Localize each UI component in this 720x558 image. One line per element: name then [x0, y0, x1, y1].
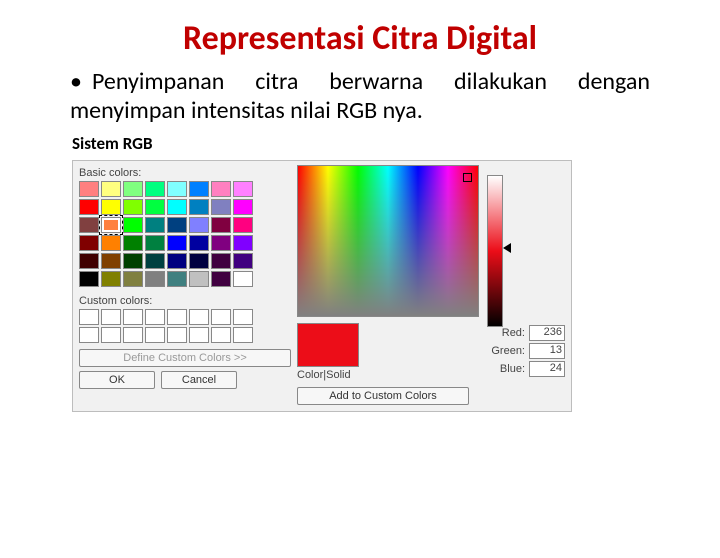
custom-color-swatch[interactable] [167, 327, 187, 343]
basic-color-swatch[interactable] [167, 181, 187, 197]
basic-color-swatch[interactable] [123, 199, 143, 215]
basic-color-swatch[interactable] [211, 217, 231, 233]
basic-color-swatch[interactable] [101, 253, 121, 269]
basic-color-swatch[interactable] [79, 271, 99, 287]
basic-color-swatch[interactable] [145, 271, 165, 287]
cancel-button[interactable]: Cancel [161, 371, 237, 389]
add-to-custom-button[interactable]: Add to Custom Colors [297, 387, 469, 405]
basic-color-swatch[interactable] [211, 199, 231, 215]
basic-color-swatch[interactable] [233, 199, 253, 215]
basic-color-swatch[interactable] [189, 253, 209, 269]
bullet-item: •Penyimpanan citra berwarna dilakukan de… [70, 67, 650, 125]
custom-color-swatch[interactable] [101, 309, 121, 325]
basic-color-swatch[interactable] [101, 271, 121, 287]
custom-color-swatch[interactable] [145, 327, 165, 343]
basic-colors-label: Basic colors: [79, 167, 289, 179]
rgb-fields: Red: 236 Green: 13 Blue: 24 [491, 323, 565, 381]
red-input[interactable]: 236 [529, 325, 565, 341]
green-input[interactable]: 13 [529, 343, 565, 359]
basic-color-swatch[interactable] [189, 217, 209, 233]
spectrum-crosshair [463, 173, 472, 182]
basic-color-swatch[interactable] [233, 235, 253, 251]
basic-color-swatch[interactable] [123, 271, 143, 287]
custom-color-swatch[interactable] [189, 327, 209, 343]
custom-color-swatch[interactable] [189, 309, 209, 325]
basic-color-swatch[interactable] [79, 181, 99, 197]
basic-color-swatch[interactable] [189, 235, 209, 251]
basic-color-swatch[interactable] [167, 253, 187, 269]
green-label: Green: [491, 345, 525, 357]
basic-color-swatch[interactable] [189, 199, 209, 215]
basic-color-swatch[interactable] [79, 235, 99, 251]
basic-color-swatch[interactable] [233, 271, 253, 287]
define-custom-colors-button[interactable]: Define Custom Colors >> [79, 349, 291, 367]
basic-color-swatch[interactable] [167, 271, 187, 287]
ok-button[interactable]: OK [79, 371, 155, 389]
basic-color-swatch[interactable] [101, 235, 121, 251]
basic-color-swatch[interactable] [145, 253, 165, 269]
basic-color-swatch[interactable] [145, 217, 165, 233]
luminance-slider[interactable] [487, 175, 503, 327]
basic-color-swatch[interactable] [233, 181, 253, 197]
custom-color-swatch[interactable] [123, 327, 143, 343]
color-spectrum[interactable] [297, 165, 479, 317]
custom-color-swatch[interactable] [233, 327, 253, 343]
basic-color-swatch[interactable] [101, 181, 121, 197]
basic-color-swatch[interactable] [101, 217, 121, 233]
red-label: Red: [502, 327, 525, 339]
basic-color-swatch[interactable] [79, 253, 99, 269]
basic-color-swatch[interactable] [79, 217, 99, 233]
bullet-dot: • [70, 67, 92, 96]
basic-color-swatch[interactable] [233, 217, 253, 233]
blue-label: Blue: [500, 363, 525, 375]
custom-color-swatch[interactable] [211, 327, 231, 343]
custom-color-swatch[interactable] [233, 309, 253, 325]
bullet-text: Penyimpanan citra berwarna dilakukan den… [70, 67, 650, 125]
custom-colors-grid [79, 309, 289, 343]
blue-input[interactable]: 24 [529, 361, 565, 377]
luminance-arrow-icon [503, 243, 511, 253]
basic-color-swatch[interactable] [123, 253, 143, 269]
left-panel: Basic colors: Custom colors: Define Cust… [79, 165, 289, 405]
basic-color-swatch[interactable] [123, 235, 143, 251]
basic-color-swatch[interactable] [233, 253, 253, 269]
custom-colors-label: Custom colors: [79, 295, 289, 307]
color-picker-dialog: Basic colors: Custom colors: Define Cust… [72, 160, 572, 412]
custom-color-swatch[interactable] [123, 309, 143, 325]
basic-color-swatch[interactable] [123, 217, 143, 233]
basic-color-swatch[interactable] [167, 235, 187, 251]
custom-color-swatch[interactable] [211, 309, 231, 325]
right-panel: Color|Solid Red: 236 Green: 13 Blue: 24 [289, 165, 565, 405]
basic-color-swatch[interactable] [211, 271, 231, 287]
basic-color-swatch[interactable] [101, 199, 121, 215]
custom-color-swatch[interactable] [79, 327, 99, 343]
basic-color-swatch[interactable] [145, 181, 165, 197]
color-preview: Color|Solid [297, 323, 359, 381]
custom-color-swatch[interactable] [167, 309, 187, 325]
basic-color-swatch[interactable] [211, 253, 231, 269]
rgb-system-heading: Sistem RGB [72, 133, 720, 154]
custom-color-swatch[interactable] [145, 309, 165, 325]
basic-color-swatch[interactable] [189, 271, 209, 287]
basic-color-swatch[interactable] [211, 181, 231, 197]
basic-color-swatch[interactable] [211, 235, 231, 251]
custom-color-swatch[interactable] [101, 327, 121, 343]
basic-color-swatch[interactable] [145, 199, 165, 215]
page-title: Representasi Citra Digital [0, 18, 720, 59]
color-preview-swatch [297, 323, 359, 367]
basic-color-swatch[interactable] [167, 199, 187, 215]
basic-colors-grid [79, 181, 289, 287]
basic-color-swatch[interactable] [123, 181, 143, 197]
basic-color-swatch[interactable] [79, 199, 99, 215]
basic-color-swatch[interactable] [167, 217, 187, 233]
basic-color-swatch[interactable] [189, 181, 209, 197]
basic-color-swatch[interactable] [145, 235, 165, 251]
custom-color-swatch[interactable] [79, 309, 99, 325]
color-solid-label: Color|Solid [297, 369, 359, 381]
